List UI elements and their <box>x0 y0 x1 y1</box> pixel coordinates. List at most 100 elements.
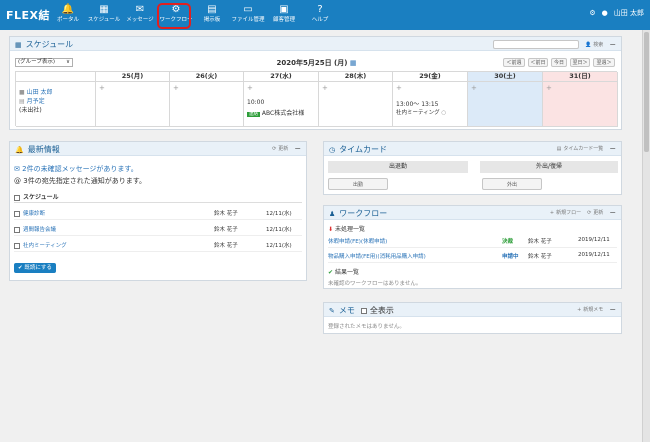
event-title: 社内ミーティング <box>396 110 440 116</box>
collapse-icon[interactable]: − <box>609 208 616 216</box>
schedule-section-header: スケジュール <box>14 192 302 203</box>
search-label[interactable]: 検索 <box>593 41 603 48</box>
collapse-icon[interactable]: − <box>609 305 616 313</box>
page-scrollbar[interactable] <box>642 30 650 442</box>
go-out-button[interactable]: 外出 <box>482 178 542 190</box>
news-item-title[interactable]: 週間報告会議 <box>23 227 56 233</box>
add-icon[interactable]: + <box>471 84 477 92</box>
nav-help[interactable]: ? ヘルプ <box>302 0 338 30</box>
gear-icon[interactable]: ⚙ <box>589 9 595 17</box>
clock-icon: ○ <box>441 110 447 116</box>
search-input[interactable] <box>493 40 580 49</box>
collapse-icon[interactable]: − <box>294 144 301 152</box>
workflow-item-person: 鈴木 花子 <box>528 239 552 245</box>
add-icon[interactable]: + <box>322 84 328 92</box>
row-checkbox[interactable] <box>14 226 20 233</box>
next-week-button[interactable]: 翌週＞ <box>593 58 615 67</box>
check-icon: ✔ <box>18 265 23 271</box>
workflow-item-status: 決裁 <box>502 239 514 245</box>
news-item-date: 12/11(水) <box>266 211 292 217</box>
news-item-title[interactable]: 健康診断 <box>23 211 45 217</box>
mark-read-button[interactable]: ✔ 既読にする <box>14 263 56 273</box>
workflow-item-title[interactable]: 休暇申請(FE)(休暇申請) <box>328 239 387 245</box>
prev-day-button[interactable]: ＜前日 <box>528 58 548 67</box>
day-cell[interactable]: + <box>96 82 170 127</box>
bell-icon: 🔔 <box>15 145 24 154</box>
row-checkbox[interactable] <box>14 242 20 249</box>
user-name: 山田 太郎 <box>613 9 644 17</box>
refresh-link[interactable]: 更新 <box>278 145 288 152</box>
day-cell-sunday[interactable]: + <box>543 82 618 127</box>
nav-file[interactable]: ▭ ファイル管理 <box>230 0 266 30</box>
new-memo-link[interactable]: 新規メモ <box>583 306 603 313</box>
nav-customer[interactable]: ▣ 顧客管理 <box>266 0 302 30</box>
select-all-checkbox[interactable] <box>14 194 20 201</box>
date-nav-buttons: ＜前週 ＜前日 今日 翌日＞ 翌週＞ <box>503 58 615 67</box>
day-header: 28(木) <box>319 72 393 82</box>
news-item-person: 鈴木 花子 <box>214 243 238 249</box>
calendar-picker-icon[interactable]: ▦ <box>350 59 357 67</box>
prev-week-button[interactable]: ＜前週 <box>503 58 525 67</box>
outing-header: 外出/復帰 <box>480 161 618 173</box>
user-icon: ● <box>601 9 608 17</box>
edit-icon: ✎ <box>329 306 335 315</box>
show-all-label[interactable]: 全表示 <box>370 305 394 316</box>
app-logo[interactable]: FLEX結 <box>6 7 50 23</box>
refresh-icon[interactable]: ⟳ <box>587 210 591 216</box>
timecard-list-link[interactable]: タイムカード一覧 <box>563 145 603 152</box>
workflow-item-date: 2019/12/11 <box>578 252 610 258</box>
collapse-icon[interactable]: − <box>609 40 616 48</box>
day-cell[interactable]: + <box>170 82 244 127</box>
clock-in-button[interactable]: 出勤 <box>328 178 388 190</box>
add-icon[interactable]: + <box>173 84 179 92</box>
nav-portal[interactable]: 🔔 ポータル <box>50 0 86 30</box>
unread-message-notice[interactable]: ✉ 2件の未確認メッセージがあります。 <box>14 164 138 174</box>
add-icon[interactable]: + <box>546 84 552 92</box>
add-icon[interactable]: + <box>396 84 402 92</box>
presence-status: (未出社) <box>19 107 42 114</box>
add-icon[interactable]: + <box>99 84 105 92</box>
row-checkbox[interactable] <box>14 210 20 217</box>
news-row: 週間報告会議 鈴木 花子 12/11(水) <box>14 225 302 236</box>
day-cell[interactable]: + 10:00 連絡 ABC株式会社様 <box>244 82 319 127</box>
user-menu[interactable]: ⚙ ● 山田 太郎 <box>583 8 644 18</box>
user-avatar: ■ <box>19 89 25 96</box>
news-row: 社内ミーティング 鈴木 花子 12/11(水) <box>14 241 302 252</box>
news-title: 最新情報 <box>27 145 60 154</box>
scrollbar-thumb[interactable] <box>644 32 649 152</box>
news-item-title[interactable]: 社内ミーティング <box>23 243 67 249</box>
list-icon[interactable]: ▤ <box>557 146 562 152</box>
event-item[interactable]: 社内ミーティング ○ <box>396 108 446 116</box>
day-cell[interactable]: + 13:00～ 13:15 社内ミーティング ○ <box>393 82 468 127</box>
clock-icon: ◷ <box>329 145 336 154</box>
collapse-icon[interactable]: − <box>609 144 616 152</box>
event-item[interactable]: 連絡 ABC株式会社様 <box>247 108 304 117</box>
month-schedule-link[interactable]: 月予定 <box>27 98 45 105</box>
new-flow-link[interactable]: 新規フロー <box>556 209 581 216</box>
add-icon[interactable]: + <box>247 84 253 92</box>
workflow-panel: ♟ ワークフロー + 新規フロー ⟳ 更新 − ⬇ 未処理一覧 休暇申請(FE)(… <box>323 205 622 289</box>
schedule-header: ▦ スケジュール 👤 検索 − <box>10 37 621 51</box>
user-name-link[interactable]: 山田 太郎 <box>27 89 53 96</box>
calendar-icon: ▦ <box>99 4 109 15</box>
refresh-icon[interactable]: ⟳ <box>272 146 276 152</box>
refresh-link[interactable]: 更新 <box>593 209 603 216</box>
plus-icon[interactable]: + <box>577 307 581 313</box>
show-all-checkbox[interactable] <box>360 307 367 314</box>
workflow-item-title[interactable]: 物品購入申請(FE用)(消耗用品購入申請) <box>328 254 426 260</box>
day-cell-saturday[interactable]: + <box>468 82 543 127</box>
workflow-header: ♟ ワークフロー + 新規フロー ⟳ 更新 − <box>324 206 621 220</box>
workflow-item-date: 2019/12/11 <box>578 237 610 243</box>
search-icon[interactable]: 👤 <box>585 42 591 48</box>
nav-schedule[interactable]: ▦ スケジュール <box>86 0 122 30</box>
workflow-title: ワークフロー <box>339 209 388 218</box>
envelope-icon: ✉ <box>135 4 145 15</box>
nav-message[interactable]: ✉ メッセージ <box>122 0 158 30</box>
today-button[interactable]: 今日 <box>551 58 567 67</box>
next-day-button[interactable]: 翌日＞ <box>570 58 590 67</box>
plus-icon[interactable]: + <box>550 210 554 216</box>
news-item-date: 12/11(水) <box>266 227 292 233</box>
news-item-person: 鈴木 花子 <box>214 211 238 217</box>
nav-bulletin[interactable]: ▤ 掲示板 <box>194 0 230 30</box>
day-cell[interactable]: + <box>319 82 393 127</box>
